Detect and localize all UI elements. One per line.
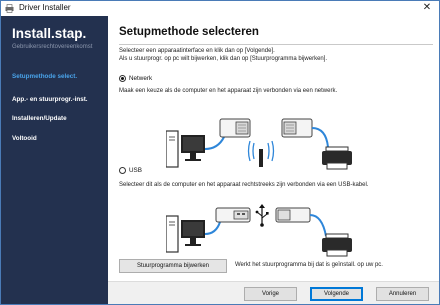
computer-icon <box>166 130 205 168</box>
computer-icon <box>166 215 205 253</box>
printer-app-icon <box>5 4 14 13</box>
page-title: Setupmethode selecteren <box>119 26 259 38</box>
instruction-line-2: Als u stuurprogr. op pc wilt bijwerken, … <box>119 56 328 62</box>
window-title: Driver Installer <box>19 3 71 12</box>
button-bar: Vorige Volgende Annuleren <box>108 281 439 304</box>
instruction-line-1: Selecteer een apparaatinterface en klik … <box>119 48 275 54</box>
usb-radio[interactable] <box>119 166 126 174</box>
usb-diagram <box>166 204 352 257</box>
main-panel: Setupmethode selecteren Selecteer een ap… <box>108 16 439 281</box>
network-diagram <box>166 118 352 170</box>
step-license-agreement: Gebruikersrechtovereenkomst <box>12 44 93 50</box>
next-button[interactable]: Volgende <box>310 287 363 301</box>
title-bar: Driver Installer ✕ <box>1 1 439 16</box>
update-driver-button[interactable]: Stuurprogramma bijwerken <box>119 259 227 273</box>
step-install-update: Installeren/Update <box>12 115 67 122</box>
router-icon <box>247 140 275 167</box>
usb-symbol-icon <box>255 204 269 227</box>
ethernet-plug-icon <box>281 118 313 138</box>
cancel-button[interactable]: Annuleren <box>376 287 429 301</box>
usb-plug-icon <box>215 207 251 223</box>
usb-option[interactable]: USB <box>119 165 142 175</box>
network-description: Maak een keuze als de computer en het ap… <box>119 88 338 94</box>
installer-window: Driver Installer ✕ Install.stap. Gebruik… <box>0 0 440 305</box>
close-icon[interactable]: ✕ <box>415 1 439 16</box>
usb-description: Selecteer dit als de computer en het app… <box>119 182 369 188</box>
step-done: Voltooid <box>12 135 37 142</box>
network-radio[interactable] <box>119 74 126 82</box>
step-setup-method: Setupmethode select. <box>12 73 78 80</box>
ethernet-plug-icon <box>219 118 251 138</box>
steps-sidebar: Install.stap. Gebruikersrechtovereenkoms… <box>1 16 108 304</box>
step-app-driver-install: App.- en stuurprogr.-inst. <box>12 96 88 103</box>
update-driver-description: Werkt het stuurprogramma bij dat is geïn… <box>235 262 383 268</box>
title-divider <box>119 44 433 45</box>
network-option[interactable]: Netwerk <box>119 73 152 83</box>
usb-label: USB <box>129 166 142 174</box>
printer-icon <box>322 146 352 170</box>
network-label: Netwerk <box>129 74 153 82</box>
usb-plug-icon <box>275 207 311 223</box>
back-button[interactable]: Vorige <box>244 287 297 301</box>
sidebar-heading: Install.stap. <box>12 26 87 41</box>
printer-icon <box>322 233 352 257</box>
